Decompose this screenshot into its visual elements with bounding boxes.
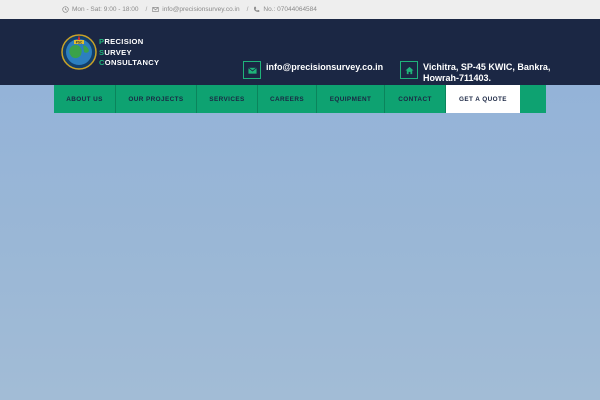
home-icon-box: [400, 61, 418, 79]
nav-item-services[interactable]: SERVICES: [197, 85, 258, 113]
site-header: PSC PRECISION SURVEY CONSULTANCY info@pr…: [0, 19, 600, 85]
separator: /: [246, 6, 249, 13]
top-info-bar: Mon - Sat: 9:00 - 18:00 / info@precision…: [0, 0, 600, 19]
phone-item[interactable]: No.: 07044064584: [253, 6, 317, 13]
company-logo[interactable]: PSC: [59, 31, 99, 71]
envelope-icon: [247, 66, 257, 74]
nav-item-equipment[interactable]: EQUIPMENT: [317, 85, 385, 113]
envelope-icon: [152, 7, 159, 12]
brand-name[interactable]: PRECISION SURVEY CONSULTANCY: [99, 37, 159, 69]
hours-item: Mon - Sat: 9:00 - 18:00: [62, 6, 138, 13]
svg-text:PSC: PSC: [76, 40, 83, 44]
main-navigation: ABOUT US OUR PROJECTS SERVICES CAREERS E…: [54, 85, 546, 113]
address-line-1: Vichitra, SP-45 KWIC, Bankra,: [423, 62, 551, 72]
contact-email[interactable]: info@precisionsurvey.co.in: [266, 62, 383, 73]
address-line-2: Howrah-711403.: [423, 73, 492, 83]
email-link[interactable]: info@precisionsurvey.co.in: [162, 6, 239, 13]
get-a-quote-button[interactable]: GET A QUOTE: [446, 85, 520, 113]
brand-line-2: SURVEY: [99, 47, 132, 57]
nav-item-contact[interactable]: CONTACT: [385, 85, 446, 113]
top-info-items: Mon - Sat: 9:00 - 18:00 / info@precision…: [62, 0, 317, 19]
hero-banner: [0, 85, 600, 400]
brand-line-1: PRECISION: [99, 37, 144, 46]
email-item[interactable]: info@precisionsurvey.co.in: [152, 6, 240, 13]
nav-filler: [520, 85, 546, 113]
nav-item-our-projects[interactable]: OUR PROJECTS: [116, 85, 197, 113]
phone-icon: [254, 6, 260, 12]
clock-icon: [62, 6, 69, 13]
phone-link[interactable]: No.: 07044064584: [263, 6, 317, 13]
separator: /: [145, 6, 148, 13]
contact-address: Vichitra, SP-45 KWIC, Bankra, Howrah-711…: [423, 62, 550, 84]
nav-item-about-us[interactable]: ABOUT US: [54, 85, 116, 113]
hours-text: Mon - Sat: 9:00 - 18:00: [72, 6, 139, 13]
nav-item-careers[interactable]: CAREERS: [258, 85, 317, 113]
home-icon: [404, 66, 414, 74]
mail-icon-box: [243, 61, 261, 79]
brand-line-3: CONSULTANCY: [99, 58, 160, 67]
